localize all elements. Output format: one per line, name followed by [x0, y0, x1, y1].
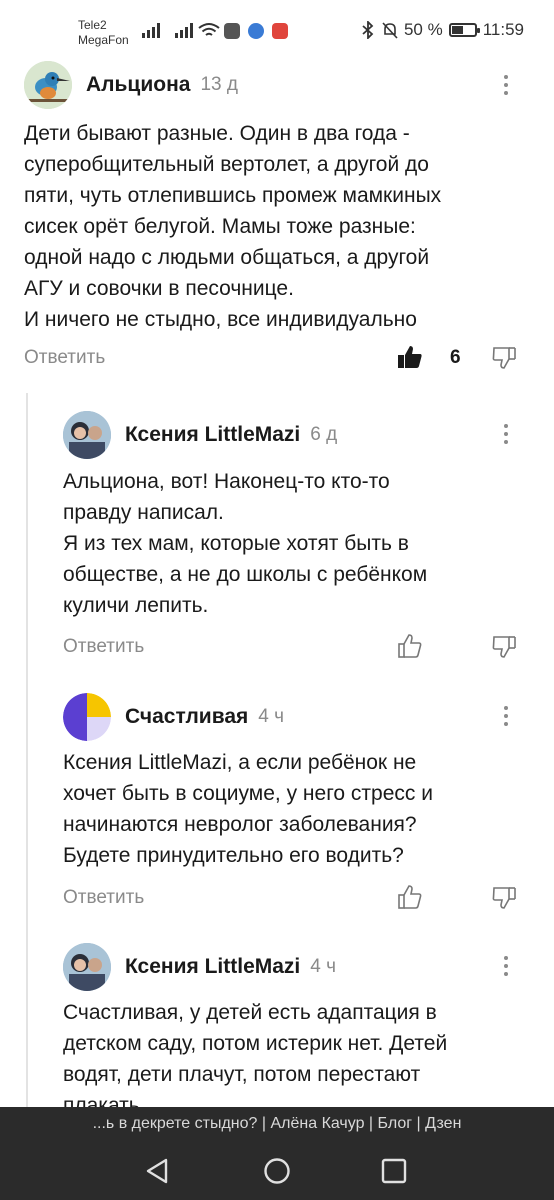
status-right: 50 % 11:59	[360, 20, 524, 40]
comment-reply: Счастливая 4 ч Ксения LittleMazi, а если…	[63, 691, 530, 921]
user-photo-avatar-icon	[63, 943, 111, 991]
avatar[interactable]	[24, 61, 72, 109]
wb-app-icon	[224, 23, 240, 39]
comment-time: 6 д	[310, 424, 338, 445]
avatar[interactable]	[63, 411, 111, 459]
bottom-bar: ...ь в декрете стыдно? | Алёна Качур | Б…	[0, 1107, 554, 1200]
battery-icon	[448, 23, 480, 37]
comment-text: Ксения LittleMazi, а если ребёнок не хоч…	[63, 751, 433, 867]
comment-actions: Ответить 6	[24, 346, 530, 377]
likes-count: 6	[450, 347, 461, 368]
clock: 11:59	[482, 20, 524, 39]
thumbs-up-icon[interactable]	[396, 883, 424, 911]
author-name[interactable]: Ксения LittleMazi	[125, 955, 300, 979]
carrier-1: Tele2	[78, 18, 107, 32]
app-notification-icon-2	[272, 23, 288, 39]
comment-header: Счастливая 4 ч	[63, 693, 284, 741]
home-circle-icon[interactable]	[261, 1155, 293, 1187]
battery-percent: 50 %	[403, 20, 443, 39]
status-bar: Tele2 MegaFon 50 % 11:59	[0, 0, 554, 60]
carrier-2: MegaFon	[78, 33, 129, 47]
comment-time: 4 ч	[258, 706, 285, 727]
abstract-avatar-icon	[63, 693, 111, 741]
comment-time: 13 д	[200, 74, 238, 95]
bluetooth-icon	[362, 21, 374, 39]
thumbs-up-icon[interactable]	[396, 632, 424, 660]
reply-button[interactable]: Ответить	[63, 887, 144, 909]
more-options-icon[interactable]	[494, 951, 518, 981]
author-name[interactable]: Альциона	[86, 73, 190, 97]
carrier-names: Tele2 MegaFon	[78, 17, 129, 47]
thumbs-down-icon[interactable]	[490, 343, 518, 371]
reply-button[interactable]: Ответить	[63, 636, 144, 658]
kingfisher-avatar-icon	[24, 61, 72, 109]
comment-text: Дети бывают разные. Один в два года - су…	[24, 122, 442, 331]
comment-actions: Ответить	[63, 634, 530, 666]
more-options-icon[interactable]	[494, 419, 518, 449]
battery-fill	[451, 26, 463, 34]
comment-header: Ксения LittleMazi 6 д	[63, 411, 337, 459]
wifi-icon	[198, 23, 220, 36]
comment: Альциона 13 д Дети бывают разные. Один в…	[24, 60, 530, 380]
author-name[interactable]: Ксения LittleMazi	[125, 423, 300, 447]
recents-square-icon[interactable]	[378, 1155, 410, 1187]
app-notification-icon	[248, 23, 264, 39]
thread-line	[26, 393, 28, 1113]
avatar[interactable]	[63, 943, 111, 991]
author-name[interactable]: Счастливая	[125, 705, 248, 729]
thumbs-up-filled-icon[interactable]	[396, 343, 424, 371]
comment-time: 4 ч	[310, 956, 336, 977]
comment-text: Счастливая, у детей есть адаптация в дет…	[63, 1001, 448, 1107]
comment-reply: Ксения LittleMazi 4 ч Счастливая, у дете…	[63, 941, 530, 1107]
comment-actions: Ответить	[63, 885, 530, 917]
thumbs-down-icon[interactable]	[490, 632, 518, 660]
user-photo-avatar-icon	[63, 411, 111, 459]
back-triangle-icon[interactable]	[142, 1155, 174, 1187]
thumbs-down-icon[interactable]	[490, 883, 518, 911]
reply-button[interactable]: Ответить	[24, 347, 105, 369]
page-title[interactable]: ...ь в декрете стыдно? | Алёна Качур | Б…	[0, 1115, 554, 1133]
avatar[interactable]	[63, 693, 111, 741]
comment-reply: Ксения LittleMazi 6 д Альциона, вот! Нак…	[63, 409, 530, 669]
more-options-icon[interactable]	[494, 701, 518, 731]
comment-header: Ксения LittleMazi 4 ч	[63, 943, 336, 991]
comment-text: Альциона, вот! Наконец-то кто-то правду …	[63, 470, 428, 617]
bell-muted-icon	[382, 22, 398, 39]
signal-1-icon	[142, 22, 160, 38]
comment-header: Альциона 13 д	[24, 61, 238, 109]
more-options-icon[interactable]	[494, 70, 518, 100]
signal-2-icon	[175, 22, 193, 38]
